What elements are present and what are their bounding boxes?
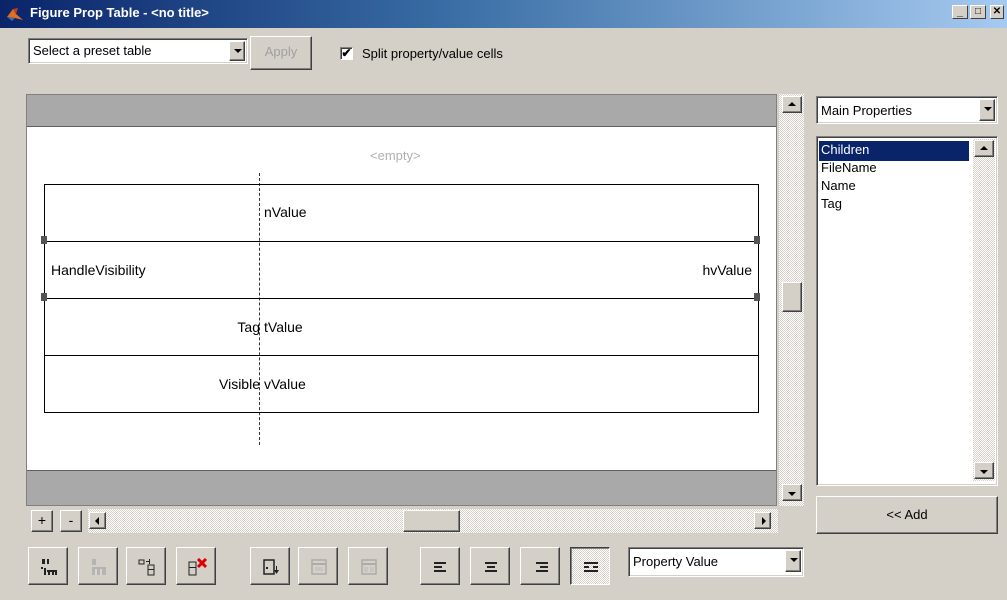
align-right-button[interactable] (520, 547, 560, 585)
cell-property[interactable]: Tag (237, 319, 260, 335)
property-table[interactable]: nValue HandleVisibility hvValue Tag tVal… (44, 184, 759, 413)
scroll-up-icon[interactable] (782, 96, 802, 113)
delete-row-button[interactable] (176, 547, 216, 585)
title-bar: Figure Prop Table - <no title> _ □ ✕ (0, 0, 1007, 28)
layout-canvas[interactable]: <empty> nValue HandleVisibility hvValue … (26, 94, 777, 506)
remove-row-button[interactable]: - (60, 510, 82, 532)
maximize-button[interactable]: □ (970, 5, 986, 19)
scroll-left-icon[interactable] (89, 512, 106, 529)
insert-column-icon (138, 559, 155, 576)
align-right-icon (536, 562, 548, 572)
list-item-children[interactable]: Children (819, 141, 969, 161)
band-divider-bottom (27, 470, 776, 471)
chevron-down-icon[interactable] (785, 550, 801, 572)
merge-cells-icon (361, 559, 377, 575)
align-center-button[interactable] (470, 547, 510, 585)
split-cells-checkbox[interactable]: ✔ (340, 47, 353, 60)
resize-handle[interactable] (41, 236, 47, 244)
insert-row-button[interactable] (250, 547, 290, 585)
split-cells-label: Split property/value cells (362, 46, 503, 61)
add-property-button[interactable]: << Add (816, 496, 998, 534)
align-left-icon (434, 562, 446, 572)
resize-handle[interactable] (754, 293, 760, 301)
cell-property[interactable]: Visible (219, 376, 260, 392)
cell-format-icon (311, 559, 327, 575)
list-scrollbar[interactable] (973, 139, 995, 481)
preset-table-select[interactable]: Select a preset table (28, 38, 248, 64)
close-button[interactable]: ✕ (990, 5, 1004, 19)
matlab-logo-icon (7, 8, 23, 21)
cell-property[interactable]: HandleVisibility (51, 262, 146, 278)
list-item-tag[interactable]: Tag (819, 195, 842, 215)
vertical-scroll-thumb[interactable] (782, 282, 802, 312)
align-left-button[interactable] (420, 547, 460, 585)
row-separator (45, 241, 758, 242)
cell-value[interactable]: nValue (264, 204, 307, 220)
cell-value[interactable]: hvValue (702, 262, 752, 278)
display-mode-select-value: Property Value (633, 554, 719, 569)
apply-button[interactable]: Apply (250, 36, 312, 70)
delete-row-icon (188, 558, 208, 576)
chevron-down-icon[interactable] (979, 99, 995, 121)
display-mode-select[interactable]: Property Value (628, 547, 804, 577)
horizontal-scroll-thumb[interactable] (403, 510, 460, 532)
align-split-icon (584, 562, 598, 572)
scroll-right-icon[interactable] (754, 512, 771, 529)
property-category-select[interactable]: Main Properties (816, 96, 998, 124)
property-list[interactable]: Children FileName Name Tag (816, 136, 998, 486)
list-item-name[interactable]: Name (819, 177, 856, 197)
insert-row-icon (263, 559, 279, 575)
cell-value[interactable]: tValue (264, 319, 303, 335)
empty-label: <empty> (370, 148, 421, 163)
align-center-icon (485, 562, 497, 572)
add-row-button[interactable]: + (31, 510, 53, 532)
property-category-select-value: Main Properties (821, 103, 913, 118)
chevron-down-icon[interactable] (229, 41, 245, 61)
minimize-button[interactable]: _ (952, 5, 968, 19)
row-separator (45, 355, 758, 356)
window-title: Figure Prop Table - <no title> (30, 5, 209, 20)
canvas-bottom-band (27, 471, 776, 505)
insert-property-icon (41, 559, 57, 575)
cell-value[interactable]: vValue (264, 376, 306, 392)
insert-column-button[interactable] (126, 547, 166, 585)
scroll-down-icon[interactable] (782, 484, 802, 501)
band-divider-top (27, 126, 776, 127)
merge-cells-button[interactable] (348, 547, 388, 585)
insert-property-button[interactable] (28, 547, 68, 585)
insert-property-disabled-icon (92, 559, 106, 575)
resize-handle[interactable] (41, 293, 47, 301)
list-scroll-up-icon[interactable] (974, 140, 994, 157)
vertical-scrollbar[interactable] (779, 94, 804, 506)
preset-table-select-value: Select a preset table (33, 43, 152, 58)
list-scroll-down-icon[interactable] (974, 462, 994, 479)
canvas-top-band (27, 95, 776, 126)
row-separator (45, 298, 758, 299)
insert-property-alt-button[interactable] (78, 547, 118, 585)
resize-handle[interactable] (754, 236, 760, 244)
align-split-button[interactable] (570, 547, 610, 585)
horizontal-scrollbar[interactable] (88, 509, 778, 533)
list-item-filename[interactable]: FileName (819, 159, 877, 179)
cell-format-button[interactable] (298, 547, 338, 585)
